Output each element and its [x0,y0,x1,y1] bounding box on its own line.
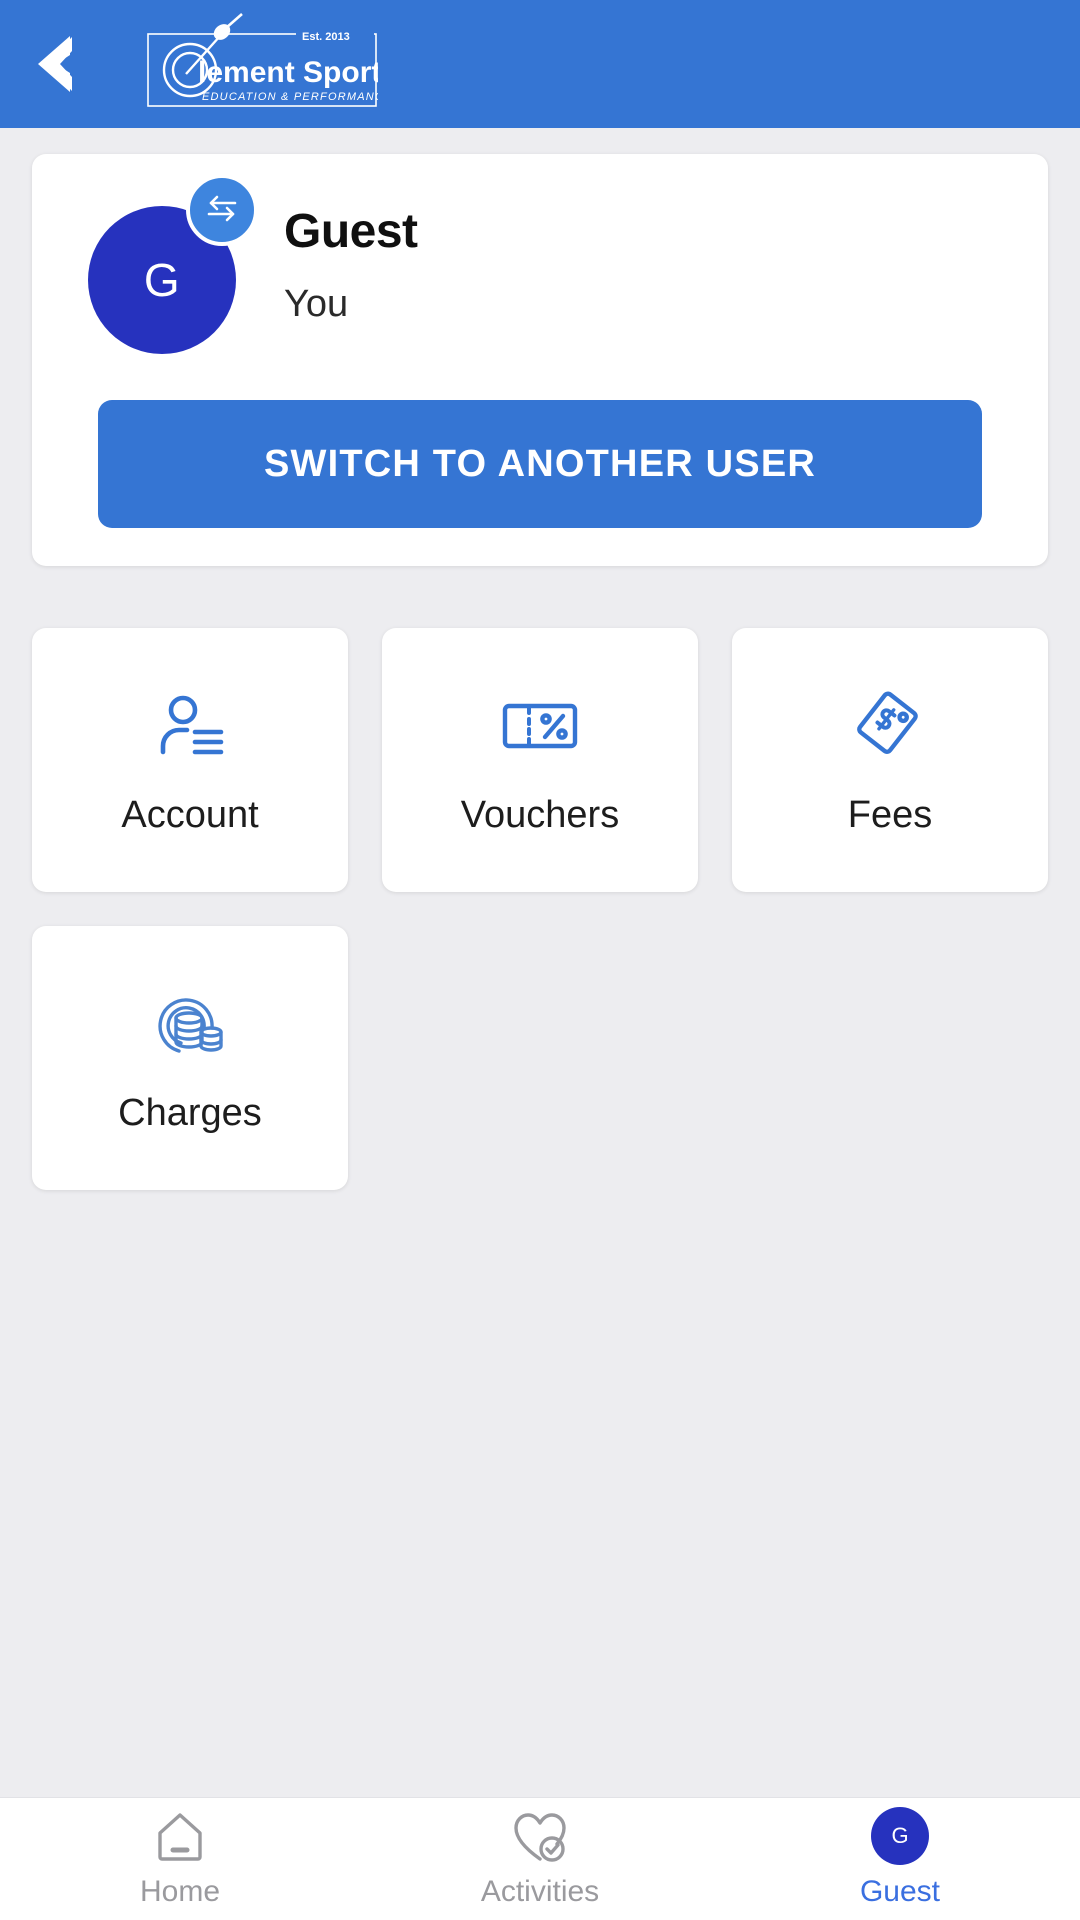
profile-relation: You [284,282,349,325]
app-header: Est. 2013 lement Sports EDUCATION & PERF… [0,0,1080,128]
back-button[interactable] [0,0,110,128]
person-details-icon [153,684,227,768]
nav-item-guest[interactable]: G Guest [720,1798,1080,1920]
price-tag-dollar-icon [855,684,925,768]
tile-label: Vouchers [460,793,620,836]
nav-item-home[interactable]: Home [0,1798,360,1920]
tile-account[interactable]: Account [32,628,348,892]
voucher-percent-icon [501,684,579,768]
nav-label: Activities [480,1875,600,1908]
tile-charges[interactable]: Charges [32,926,348,1190]
tile-label: Account [121,793,259,836]
tile-label: Charges [118,1091,262,1134]
profile-name: Guest [284,205,418,258]
avatar-wrap: G [88,174,258,354]
svg-text:lement Sports: lement Sports [198,56,378,89]
user-avatar-icon: G [871,1807,929,1865]
profile-row: G Guest You [32,174,1048,354]
switch-user-badge[interactable] [186,174,258,246]
tile-fees[interactable]: Fees [732,628,1048,892]
switch-to-another-user-button[interactable]: SWITCH TO ANOTHER USER [98,400,982,528]
tile-vouchers[interactable]: Vouchers [382,628,698,892]
tile-grid: Account Vouchers Fees Charges [32,628,1048,1190]
coins-stack-icon [153,982,227,1066]
nav-avatar: G [871,1807,929,1865]
heart-check-icon [511,1809,569,1865]
profile-card: G Guest You SWITCH TO ANOTHER USER [32,154,1048,566]
bottom-navigation: Home Activities G Guest [0,1797,1080,1920]
tile-label: Fees [847,793,933,836]
svg-text:EDUCATION & PERFORMANCE: EDUCATION & PERFORMANCE [202,91,378,103]
nav-label: Guest [859,1875,941,1908]
swap-arrows-icon [205,193,239,228]
nav-item-activities[interactable]: Activities [360,1798,720,1920]
home-icon [152,1809,208,1865]
brand-logo: Est. 2013 lement Sports EDUCATION & PERF… [146,12,378,116]
profile-text: Guest You [284,184,418,326]
page-content: G Guest You SWITCH TO ANOTHER USER Accou… [0,128,1080,1797]
svg-text:Est. 2013: Est. 2013 [302,31,350,43]
chevron-left-icon [28,33,82,95]
nav-label: Home [139,1875,221,1908]
